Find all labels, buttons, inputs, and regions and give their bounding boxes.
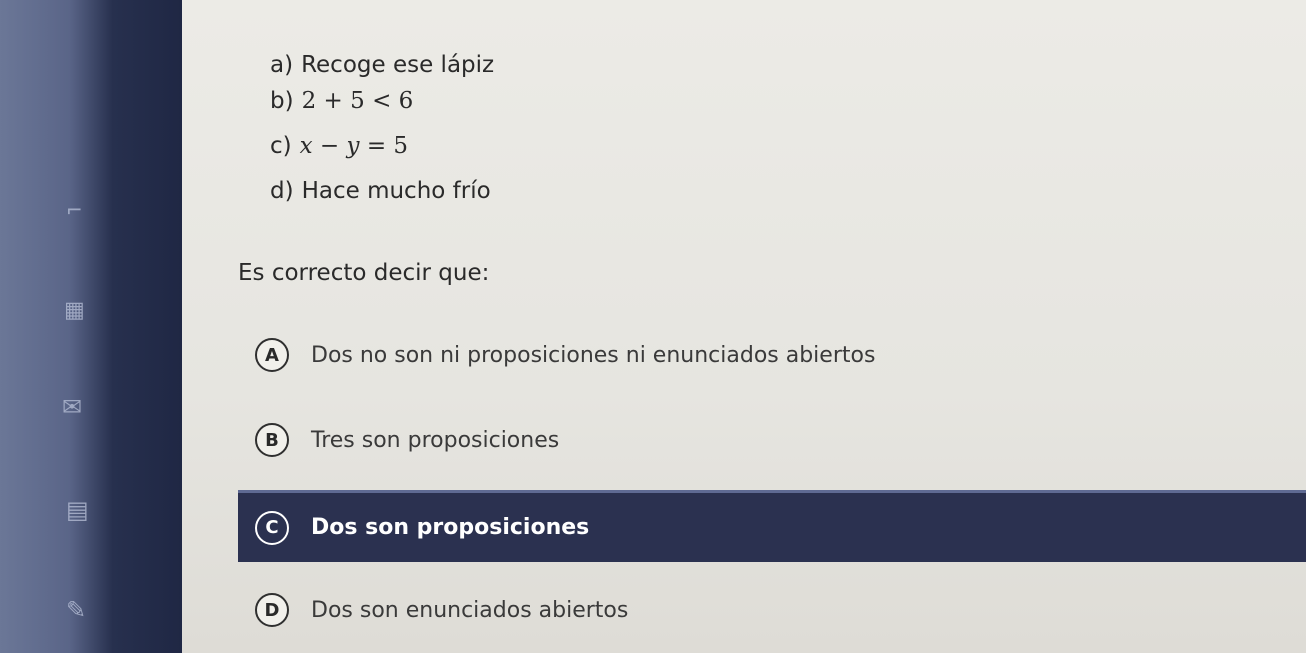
statement-text: Hace mucho frío [301, 178, 491, 204]
statement-d: d) Hace mucho frío [270, 178, 491, 204]
bookmark-icon[interactable]: ⌐ [66, 200, 83, 220]
math-operator: = [366, 133, 387, 159]
answer-option-b[interactable]: B Tres son proposiciones [238, 405, 1306, 475]
sidebar: ⌐ ▦ ✉ ▤ ✎ [0, 0, 182, 653]
question-prompt: Es correcto decir que: [238, 260, 490, 286]
option-text: Dos no son ni proposiciones ni enunciado… [311, 342, 876, 368]
math-variable: y [346, 133, 360, 159]
option-text: Tres son proposiciones [311, 427, 560, 453]
answer-option-a[interactable]: A Dos no son ni proposiciones ni enuncia… [238, 320, 1306, 390]
math-expression: x − y = 5 [300, 133, 408, 159]
statement-c: c) x − y = 5 [270, 133, 408, 159]
statement-label: c) [270, 133, 292, 159]
math-rhs: 6 [398, 88, 414, 114]
option-text: Dos son proposiciones [311, 515, 590, 540]
statement-text: Recoge ese lápiz [301, 52, 495, 78]
mail-icon[interactable]: ✉ [62, 395, 82, 419]
option-letter-badge: A [255, 338, 289, 372]
math-expression: 2 + 5 < 6 [302, 88, 414, 114]
calculator-icon[interactable]: ▦ [64, 300, 85, 322]
answer-option-d[interactable]: D Dos son enunciados abiertos [238, 575, 1306, 645]
statement-label: d) [270, 178, 294, 204]
answer-option-c-selected[interactable]: C Dos son proposiciones [238, 490, 1306, 562]
option-letter-badge: C [255, 510, 289, 545]
math-variable: x [299, 133, 313, 159]
option-letter-badge: D [255, 593, 289, 627]
statement-a: a) Recoge ese lápiz [270, 52, 494, 78]
option-text: Dos son enunciados abiertos [311, 597, 629, 623]
statement-label: a) [270, 52, 294, 78]
statement-b: b) 2 + 5 < 6 [270, 88, 413, 114]
statement-label: b) [270, 88, 294, 114]
math-operator: < [372, 88, 392, 114]
document-icon[interactable]: ▤ [66, 498, 89, 522]
math-operator: − [319, 133, 340, 159]
option-letter-badge: B [255, 423, 289, 457]
math-lhs: 2 + 5 [301, 88, 365, 114]
math-rhs: 5 [393, 133, 409, 159]
edit-icon[interactable]: ✎ [66, 598, 86, 622]
